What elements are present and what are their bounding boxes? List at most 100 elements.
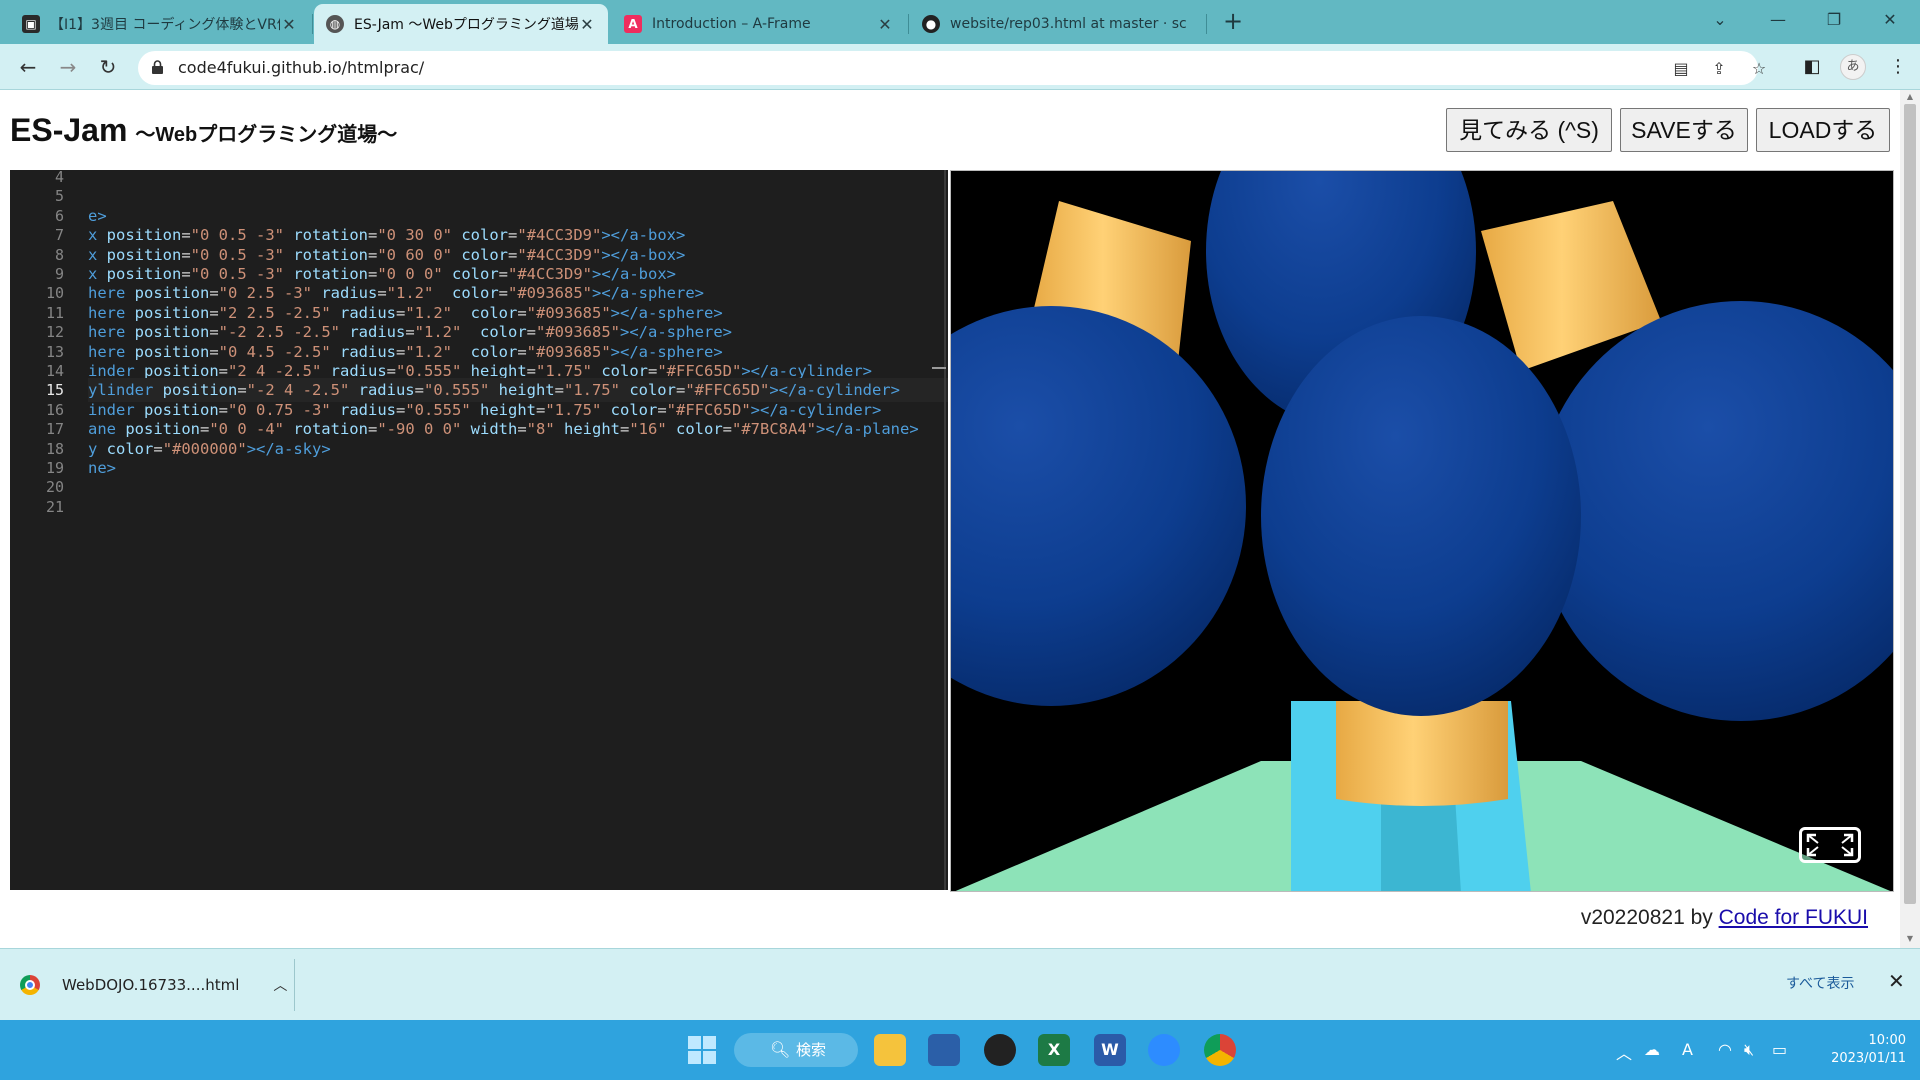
fullscreen-button[interactable] [1799, 827, 1861, 863]
line-number: 6 [54, 206, 64, 225]
reload-button[interactable]: ↻ [92, 51, 124, 83]
start-button[interactable] [686, 1034, 718, 1066]
zoom-icon[interactable] [1148, 1034, 1180, 1066]
line-number: 4 [54, 170, 64, 186]
tab-github[interactable]: ● website/rep03.html at master · sc [910, 4, 1204, 44]
code-token: "0 0.5 -3" [190, 226, 284, 245]
code-token: = [209, 342, 219, 361]
load-button[interactable]: LOADする [1756, 108, 1890, 152]
code-token: "0 0.5 -3" [190, 265, 284, 283]
windows-taskbar: 🔍︎ 検索 X W ︿ ☁ A ◠ 🔇︎ ▭ 10:00 2023/01/11 [0, 1020, 1920, 1080]
tab-divider [1206, 14, 1207, 34]
address-bar[interactable]: code4fukui.github.io/htmlprac/ ▤ ⇪ ☆ [138, 51, 1766, 85]
profile-avatar[interactable]: あ [1840, 54, 1866, 80]
code-token: = [657, 400, 667, 419]
editor-scrollbar[interactable] [944, 170, 946, 890]
volume-muted-icon[interactable]: 🔇︎ [1744, 1040, 1754, 1060]
code-token: "#093685" [508, 284, 593, 303]
code-line[interactable]: y color="#000000"></a-sky> [88, 437, 331, 461]
excel-icon[interactable]: X [1038, 1034, 1070, 1066]
code-token: = [395, 400, 406, 419]
code-token: = [517, 420, 527, 439]
code-token: = [209, 303, 219, 322]
bookmark-star-icon[interactable]: ☆ [1750, 60, 1768, 78]
code-token: color [442, 265, 499, 283]
code-token: ></a-plane> [816, 420, 919, 439]
battery-icon[interactable]: ▭ [1772, 1040, 1787, 1059]
wifi-icon[interactable]: ◠ [1718, 1040, 1732, 1059]
new-tab-button[interactable]: + [1218, 6, 1248, 36]
speedometer-app-icon[interactable] [984, 1034, 1016, 1066]
code-for-fukui-link[interactable]: Code for FUKUI [1719, 906, 1868, 929]
app-name: ES-Jam [10, 112, 128, 148]
scrollbar-thumb[interactable] [1904, 104, 1916, 904]
taskbar-search[interactable]: 🔍︎ 検索 [734, 1033, 858, 1067]
close-download-bar-icon[interactable]: ✕ [1888, 969, 1905, 993]
code-token: "0.555" [396, 362, 462, 380]
download-item[interactable]: WebDOJO.16733....html ︿ [20, 965, 287, 1005]
minimize-button[interactable]: — [1752, 4, 1804, 36]
clock-time: 10:00 [1868, 1033, 1906, 1048]
code-token: position [134, 303, 210, 322]
restore-button[interactable]: ❐ [1808, 4, 1860, 36]
side-panel-icon[interactable]: ◧ [1802, 57, 1822, 77]
code-token: ></a-cylinder> [769, 381, 900, 400]
show-all-downloads-link[interactable]: すべて表示 [1786, 973, 1854, 993]
tab-aframe[interactable]: A Introduction – A-Frame ✕ [612, 4, 906, 44]
back-button[interactable]: ← [12, 51, 44, 83]
code-token: here [88, 323, 135, 342]
scroll-up-icon[interactable]: ▲ [1904, 92, 1916, 101]
chevron-up-icon[interactable]: ︿ [273, 975, 287, 995]
menu-kebab-icon[interactable]: ⋮ [1888, 57, 1908, 77]
save-button[interactable]: SAVEする [1620, 108, 1748, 152]
line-number: 17 [45, 420, 64, 439]
clipboard-icon[interactable]: ▤ [1672, 60, 1690, 78]
preview-button[interactable]: 見てみる (^S) [1446, 108, 1612, 152]
line-number: 18 [45, 439, 64, 458]
forward-button[interactable]: → [52, 51, 84, 83]
code-token: "#093685" [526, 303, 611, 322]
tab-title: 【I1】3週目 コーディング体験とVR体験 [50, 17, 280, 33]
code-token: color [666, 420, 723, 439]
code-token: ></a-box> [601, 245, 686, 264]
store-icon[interactable] [928, 1034, 960, 1066]
code-token: position [144, 400, 219, 419]
tab-title: ES-Jam ～Webプログラミング道場～ [354, 17, 578, 33]
page-scrollbar[interactable]: ▲ ▼ [1900, 90, 1920, 948]
browser-toolbar: ← → ↻ code4fukui.github.io/htmlprac/ ▤ ⇪… [0, 44, 1920, 90]
line-number: 5 [54, 187, 64, 206]
onedrive-cloud-icon[interactable]: ☁ [1644, 1040, 1660, 1059]
code-line[interactable]: ne> [88, 456, 116, 480]
system-clock[interactable]: 10:00 2023/01/11 [1816, 1032, 1906, 1068]
close-tab-icon[interactable]: ✕ [876, 15, 894, 34]
code-token: ne> [88, 459, 116, 477]
tab-es-jam[interactable]: ◍ ES-Jam ～Webプログラミング道場～ ✕ [314, 4, 608, 44]
line-number: 9 [54, 265, 64, 283]
code-area[interactable]: e> x position="0 0.5 -3" rotation="0 30 0… [88, 170, 948, 890]
chrome-file-icon [20, 975, 40, 995]
close-window-button[interactable]: ✕ [1864, 4, 1916, 36]
share-icon[interactable]: ⇪ [1710, 60, 1728, 78]
code-editor[interactable]: 4 5 6 7 8 9 10 11 12 13 14 15 16 17 18 19 20 21 e> x posit… [10, 170, 948, 890]
code-token: = [368, 265, 378, 283]
code-token: e> [88, 206, 107, 225]
close-tab-icon[interactable]: ✕ [578, 15, 596, 34]
close-tab-icon[interactable]: ✕ [280, 15, 298, 34]
code-token: color [452, 226, 508, 245]
code-token: = [209, 323, 219, 342]
tab-classroom[interactable]: ▣ 【I1】3週目 コーディング体験とVR体験 ✕ [10, 4, 310, 44]
code-token: position [134, 342, 210, 361]
file-explorer-icon[interactable] [874, 1034, 906, 1066]
code-token: = [554, 381, 564, 400]
tab-search-chevron-icon[interactable]: ⌄ [1694, 4, 1746, 36]
line-number-gutter: 4 5 6 7 8 9 10 11 12 13 14 15 16 17 18 19 20 21 [10, 170, 64, 890]
ime-icon[interactable]: A [1682, 1040, 1693, 1059]
code-token: "#000000" [162, 439, 247, 458]
tray-chevron-icon[interactable]: ︿ [1616, 1040, 1632, 1064]
scroll-down-icon[interactable]: ▼ [1904, 934, 1916, 943]
chrome-taskbar-icon[interactable] [1204, 1034, 1236, 1066]
code-token: = [498, 284, 509, 303]
line-number: 8 [54, 245, 64, 264]
vr-scene-preview[interactable] [950, 170, 1894, 892]
word-icon[interactable]: W [1094, 1034, 1126, 1066]
